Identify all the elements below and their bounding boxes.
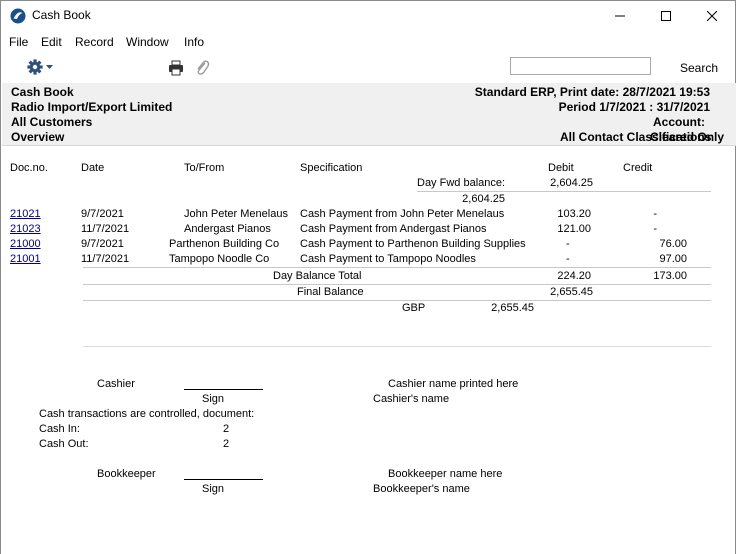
search-button[interactable]: Search [680,61,718,75]
cash-out-value: 2 [223,438,230,450]
controlled-label: Cash transactions are controlled, docume… [39,408,255,420]
report-period: Period 1/7/2021 : 31/7/2021 [558,100,710,114]
final-balance-label: Final Balance [297,286,364,298]
cash-in-label: Cash In: [39,423,80,435]
divider [83,300,711,301]
menu-info[interactable]: Info [184,35,204,49]
cash-book-window: Cash Book File Edit Record Window Info S… [0,0,736,554]
row-date: 9/7/2021 [81,238,124,250]
search-input[interactable] [510,57,651,75]
menu-edit[interactable]: Edit [41,35,62,49]
row-credit: - [653,223,657,235]
report-name: Cash Book [11,85,74,99]
row-debit: - [566,253,570,265]
menu-bar: File Edit Record Window Info [1,31,735,53]
divider [83,346,711,347]
row-debit: - [566,238,570,250]
row-tofrom: Parthenon Building Co [169,238,280,250]
divider [83,267,711,268]
print-info: Standard ERP, Print date: 28/7/2021 19:5… [474,85,710,99]
day-balance-credit: 173.00 [653,270,687,282]
toolbar: Search [1,53,735,83]
row-tofrom: Andergast Pianos [184,223,271,235]
menu-file[interactable]: File [9,35,28,49]
doc-link[interactable]: 21023 [10,223,41,235]
day-balance-label: Day Balance Total [273,270,362,282]
row-spec: Cash Payment from Andergast Pianos [300,223,487,235]
operations-menu-button[interactable] [26,58,56,76]
row-credit: 97.00 [659,253,687,265]
doc-link[interactable]: 21021 [10,208,41,220]
row-spec: Cash Payment to Parthenon Building Suppl… [300,238,526,250]
cashier-label: Cashier [97,378,135,390]
col-docno: Doc.no. [10,162,48,174]
col-date: Date [81,162,105,174]
report-header: Cash Book Radio Import/Export Limited Al… [2,83,736,146]
final-balance-value: 2,655.45 [550,286,593,298]
row-credit: - [653,208,657,220]
row-date: 11/7/2021 [81,253,130,265]
app-logo-icon [10,8,26,24]
maximize-button[interactable] [643,1,689,31]
cashier-name-label: Cashier's name [373,393,450,405]
print-button[interactable] [168,60,184,76]
minimize-icon [615,15,625,17]
menu-record[interactable]: Record [75,35,114,49]
cash-out-label: Cash Out: [39,438,89,450]
doc-link[interactable]: 21000 [10,238,41,250]
gear-icon [27,59,53,75]
cashier-sign-label: Sign [202,393,225,405]
row-credit: 76.00 [659,238,687,250]
report-mode: Overview [11,130,65,144]
cash-in-value: 2 [223,423,230,435]
col-specification: Specification [300,162,363,174]
window-title: Cash Book [32,8,91,22]
doc-link[interactable]: 21001 [10,253,41,265]
row-date: 11/7/2021 [81,223,130,235]
divider [417,191,711,192]
bookkeeper-sign-line [184,479,263,480]
day-fwd-value: 2,604.25 [550,177,593,189]
row-debit: 121.00 [557,223,591,235]
bookkeeper-label: Bookkeeper [97,468,156,480]
close-icon [707,11,717,21]
day-balance-debit: 224.20 [557,270,591,282]
currency-code: GBP [402,302,426,314]
cleared-only: Cleared Only [650,130,725,144]
bookkeeper-sign-label: Sign [202,483,225,495]
row-spec: Cash Payment to Tampopo Noodles [300,253,476,265]
report-body: Doc.no. Date To/From Specification Debit… [1,146,735,554]
close-button[interactable] [689,1,735,31]
row-tofrom: John Peter Menelaus [184,208,288,220]
day-fwd-value-2: 2,604.25 [462,193,505,205]
title-bar[interactable]: Cash Book [1,1,735,31]
bookkeeper-name-placeholder: Bookkeeper name here [388,468,503,480]
col-credit: Credit [623,162,653,174]
row-debit: 103.20 [557,208,591,220]
minimize-button[interactable] [597,1,643,31]
divider [83,284,711,285]
cashier-name-placeholder: Cashier name printed here [388,378,519,390]
printer-icon [169,60,183,76]
company-name: Radio Import/Export Limited [11,100,173,114]
row-tofrom: Tampopo Noodle Co [169,253,270,265]
day-fwd-label: Day Fwd balance: [417,177,506,189]
col-tofrom: To/From [184,162,225,174]
menu-window[interactable]: Window [126,35,169,49]
maximize-icon [661,11,671,21]
paperclip-icon [197,60,210,75]
currency-total: 2,655.45 [491,302,534,314]
row-spec: Cash Payment from John Peter Menelaus [300,208,505,220]
bookkeeper-name-label: Bookkeeper's name [373,483,470,495]
customer-filter: All Customers [11,115,93,129]
account-label: Account: [653,115,705,129]
col-debit: Debit [548,162,574,174]
row-date: 9/7/2021 [81,208,124,220]
attach-button[interactable] [194,59,210,77]
cashier-sign-line [184,389,263,390]
